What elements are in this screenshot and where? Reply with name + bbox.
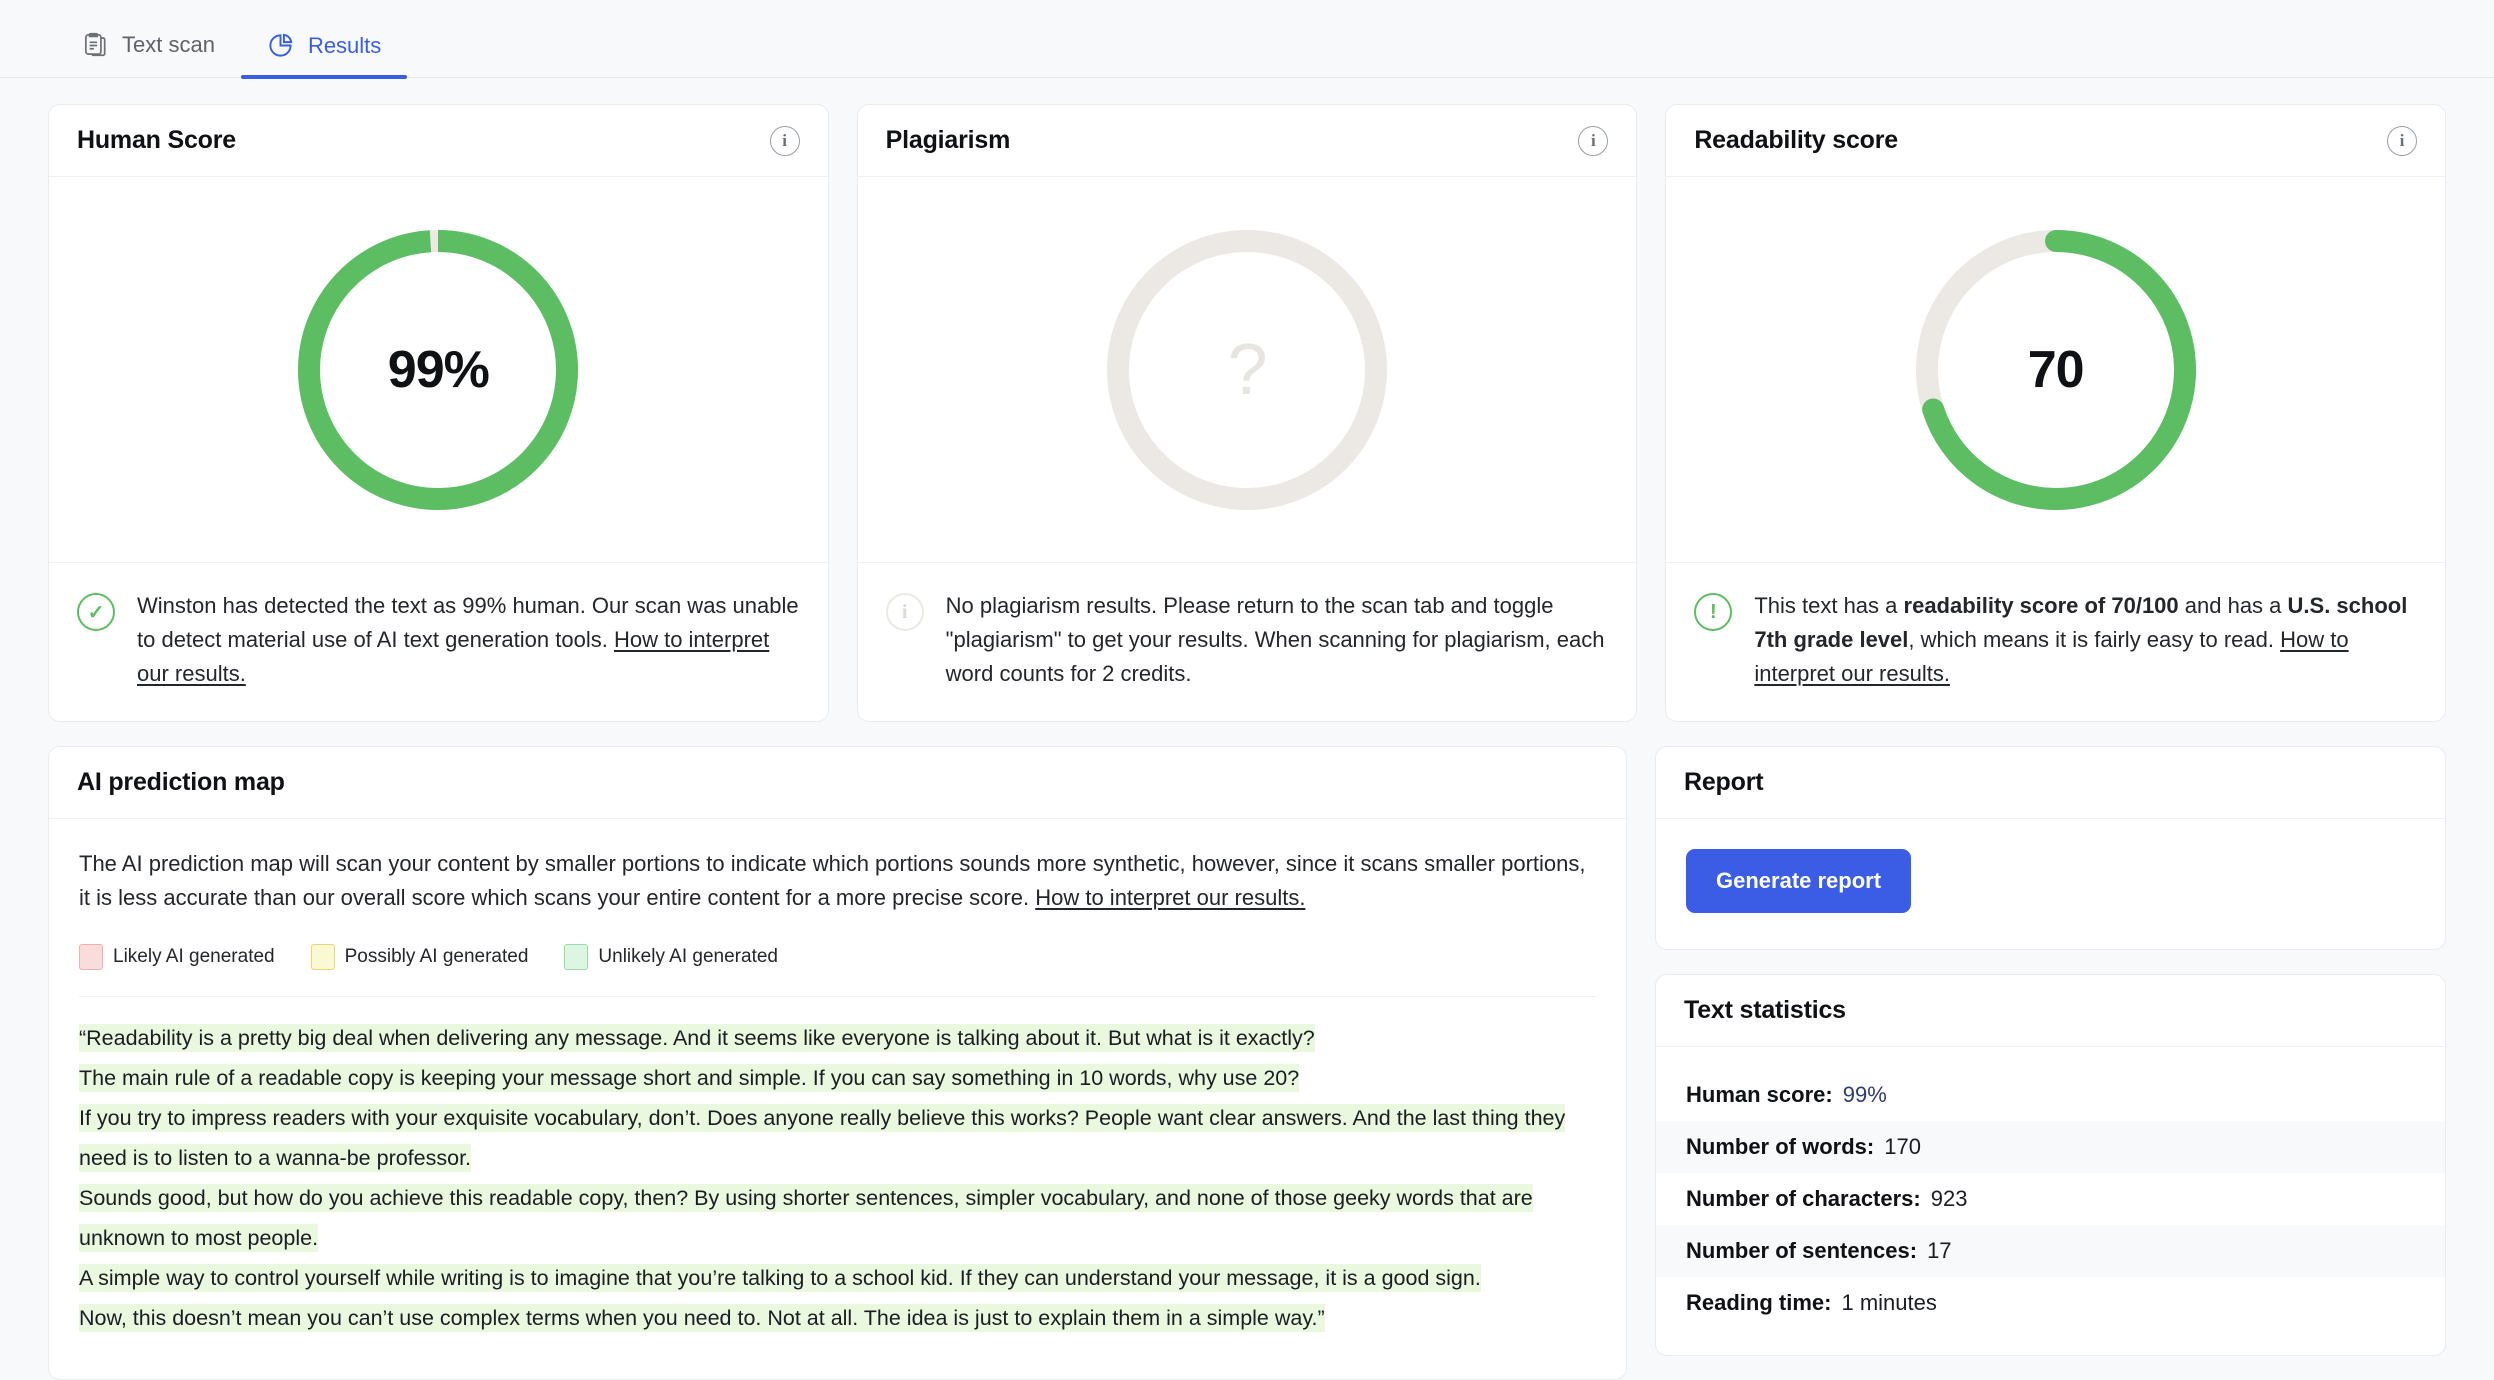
- plagiarism-donut: ?: [858, 177, 1637, 562]
- note-part: This text has a: [1754, 593, 1904, 618]
- note-bold: readability score of 70/100: [1903, 593, 2179, 618]
- check-circle-icon: ✓: [77, 593, 115, 631]
- stat-value: 1 minutes: [1841, 1290, 1937, 1316]
- stat-key: Number of characters:: [1686, 1186, 1921, 1212]
- card-title: Human Score: [77, 126, 236, 154]
- note-text: This text has a readability score of 70/…: [1754, 589, 2417, 691]
- stat-row: Number of characters: 923: [1656, 1173, 2445, 1225]
- card-header: Plagiarism i: [857, 105, 1637, 177]
- human-score-value: 99%: [387, 340, 490, 399]
- stat-key: Reading time:: [1686, 1290, 1832, 1316]
- human-score-donut: 99%: [49, 177, 828, 562]
- tab-text-scan[interactable]: Text scan: [56, 31, 241, 77]
- right-column: Report Generate report Text statistics H…: [1655, 746, 2446, 1380]
- map-paragraph: Sounds good, but how do you achieve this…: [79, 1179, 1596, 1259]
- legend-label: Possibly AI generated: [344, 946, 529, 968]
- highlight-unlikely: The main rule of a readable copy is keep…: [79, 1064, 1300, 1093]
- plagiarism-note: i No plagiarism results. Please return t…: [857, 562, 1637, 721]
- tab-label: Text scan: [122, 32, 215, 57]
- highlight-unlikely: A simple way to control yourself while w…: [79, 1264, 1481, 1293]
- pie-chart-icon: [267, 32, 294, 59]
- how-to-interpret-link[interactable]: How to interpret our results.: [1035, 885, 1305, 910]
- plagiarism-card: Plagiarism i ? i No plagiarism results. …: [856, 104, 1638, 723]
- readability-note: ! This text has a readability score of 7…: [1666, 562, 2445, 721]
- bottom-row: AI prediction map The AI prediction map …: [48, 746, 2446, 1380]
- stat-key: Human score:: [1686, 1082, 1833, 1108]
- stat-key: Number of words:: [1686, 1134, 1875, 1160]
- swatch-possibly-icon: [310, 944, 335, 971]
- swatch-likely-icon: [79, 944, 103, 971]
- info-icon[interactable]: i: [769, 125, 800, 156]
- stat-row: Number of sentences: 17: [1656, 1225, 2445, 1278]
- card-header: Human Score i: [49, 105, 828, 177]
- legend-item-unlikely: Unlikely AI generated: [564, 944, 778, 971]
- highlight-unlikely: “Readability is a pretty big deal when d…: [79, 1024, 1315, 1053]
- stat-value: 99%: [1842, 1082, 1887, 1108]
- map-paragraph: “Readability is a pretty big deal when d…: [79, 1019, 1596, 1059]
- highlight-unlikely: Now, this doesn’t mean you can’t use com…: [79, 1304, 1325, 1333]
- plagiarism-value: ?: [1227, 329, 1267, 410]
- map-paragraph: Now, this doesn’t mean you can’t use com…: [79, 1299, 1596, 1339]
- card-header: Report: [1656, 747, 2445, 820]
- stat-value: 170: [1884, 1134, 1921, 1160]
- legend-item-likely: Likely AI generated: [79, 944, 275, 971]
- note-part: and has a: [2178, 593, 2288, 618]
- info-icon[interactable]: i: [2387, 125, 2417, 156]
- card-title: Plagiarism: [885, 126, 1011, 154]
- info-icon[interactable]: i: [1578, 125, 1609, 156]
- readability-score-card: Readability score i 70 ! This text has a…: [1665, 104, 2446, 723]
- card-title: Readability score: [1694, 126, 1898, 154]
- stat-value: 923: [1930, 1186, 1968, 1212]
- clipboard-icon: [82, 31, 108, 59]
- highlight-unlikely: If you try to impress readers with your …: [79, 1104, 1566, 1173]
- exclamation-circle-icon: !: [1694, 593, 1733, 631]
- legend-label: Unlikely AI generated: [598, 946, 778, 968]
- card-header: Text statistics: [1656, 975, 2445, 1048]
- description-text: The AI prediction map will scan your con…: [79, 851, 1586, 910]
- card-title: Report: [1684, 768, 1764, 797]
- swatch-unlikely-icon: [564, 944, 589, 971]
- stat-key: Number of sentences:: [1686, 1238, 1918, 1264]
- map-paragraph: If you try to impress readers with your …: [79, 1099, 1596, 1179]
- prediction-map-text: “Readability is a pretty big deal when d…: [49, 997, 1626, 1379]
- prediction-map-body: The AI prediction map will scan your con…: [49, 819, 1626, 998]
- results-page: Human Score i 99% ✓ Winston has detected…: [0, 78, 2494, 1380]
- legend-item-possibly: Possibly AI generated: [310, 944, 529, 971]
- stat-row: Number of words: 170: [1656, 1121, 2445, 1174]
- card-title: AI prediction map: [77, 768, 285, 797]
- readability-donut: 70: [1666, 177, 2445, 562]
- map-paragraph: A simple way to control yourself while w…: [79, 1259, 1596, 1299]
- card-header: Readability score i: [1666, 105, 2445, 177]
- note-part: , which means it is fairly easy to read.: [1908, 627, 2281, 653]
- highlight-unlikely: Sounds good, but how do you achieve this…: [79, 1184, 1533, 1253]
- note-text: No plagiarism results. Please return to …: [945, 593, 1605, 687]
- score-cards-row: Human Score i 99% ✓ Winston has detected…: [48, 104, 2446, 723]
- card-header: AI prediction map: [49, 747, 1626, 820]
- report-body: Generate report: [1656, 819, 2445, 949]
- text-statistics-rows: Human score: 99% Number of words: 170 Nu…: [1656, 1047, 2445, 1355]
- legend-label: Likely AI generated: [113, 946, 275, 968]
- generate-report-button[interactable]: Generate report: [1686, 849, 1912, 914]
- tab-label: Results: [307, 32, 382, 58]
- human-score-note: ✓ Winston has detected the text as 99% h…: [49, 562, 828, 721]
- info-circle-icon: i: [885, 593, 924, 631]
- stat-row: Reading time: 1 minutes: [1656, 1277, 2445, 1329]
- report-card: Report Generate report: [1655, 746, 2446, 951]
- note-text: Winston has detected the text as 99% hum…: [137, 589, 800, 691]
- human-score-card: Human Score i 99% ✓ Winston has detected…: [48, 104, 829, 723]
- readability-value: 70: [2027, 340, 2085, 399]
- text-statistics-card: Text statistics Human score: 99% Number …: [1655, 974, 2446, 1357]
- stat-row: Human score: 99%: [1656, 1069, 2445, 1121]
- stat-value: 17: [1927, 1238, 1952, 1264]
- tab-bar: Text scan Results: [0, 0, 2494, 79]
- tab-results[interactable]: Results: [240, 32, 408, 79]
- ai-prediction-map-card: AI prediction map The AI prediction map …: [48, 746, 1627, 1380]
- prediction-map-legend: Likely AI generated Possibly AI generate…: [79, 944, 1596, 998]
- prediction-map-description: The AI prediction map will scan your con…: [79, 847, 1596, 914]
- card-title: Text statistics: [1684, 996, 1846, 1025]
- map-paragraph: The main rule of a readable copy is keep…: [79, 1059, 1596, 1099]
